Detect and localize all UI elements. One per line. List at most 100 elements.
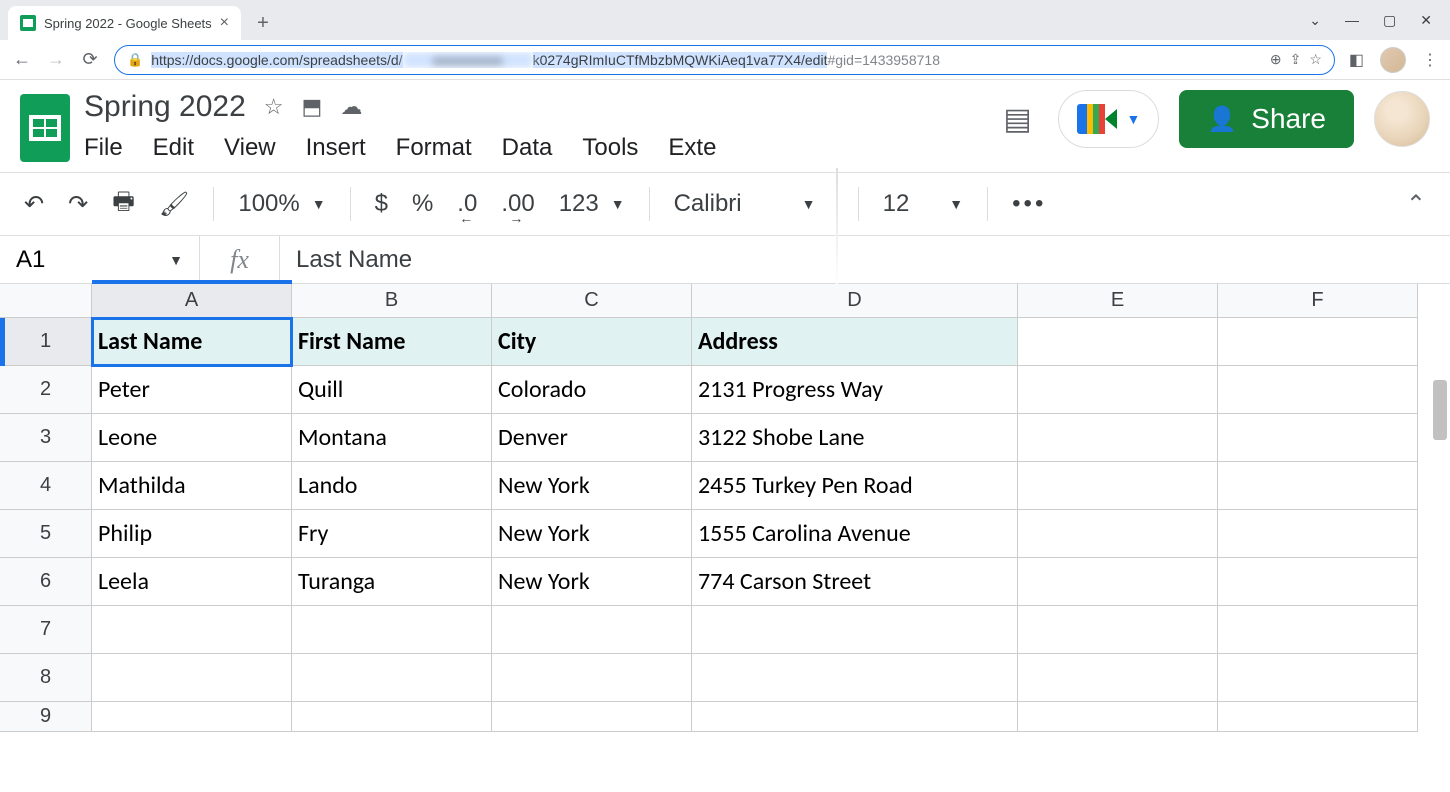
cell[interactable]: Mathilda (92, 462, 292, 510)
cell[interactable]: Leone (92, 414, 292, 462)
redo-button[interactable]: ↷ (68, 190, 88, 219)
menu-extensions[interactable]: Exte (668, 134, 716, 162)
undo-button[interactable]: ↶ (24, 190, 44, 219)
format-currency-button[interactable]: $ (375, 190, 388, 218)
print-button[interactable]: 🖶 (112, 184, 135, 225)
cell[interactable] (1018, 606, 1218, 654)
kebab-menu-icon[interactable]: ⋮ (1422, 50, 1438, 70)
cell[interactable]: Address (692, 318, 1018, 366)
row-header[interactable]: 6 (0, 558, 92, 606)
cell[interactable] (1218, 702, 1418, 732)
menu-data[interactable]: Data (502, 134, 553, 162)
cell[interactable]: 2131 Progress Way (692, 366, 1018, 414)
cell[interactable] (1218, 510, 1418, 558)
star-icon[interactable]: ☆ (264, 94, 284, 120)
cell[interactable]: New York (492, 558, 692, 606)
document-title[interactable]: Spring 2022 (84, 90, 246, 124)
column-header[interactable]: A (92, 284, 292, 318)
menu-view[interactable]: View (224, 134, 276, 162)
maximize-icon[interactable]: ▢ (1383, 12, 1396, 29)
cell[interactable]: New York (492, 462, 692, 510)
cell[interactable] (92, 606, 292, 654)
sheets-logo-icon[interactable] (20, 94, 70, 162)
lock-icon[interactable]: 🔒 (127, 52, 143, 68)
cell[interactable]: Peter (92, 366, 292, 414)
zoom-indicator-icon[interactable]: ⊕ (1270, 51, 1282, 68)
cell[interactable] (1018, 510, 1218, 558)
cell[interactable] (492, 654, 692, 702)
menu-file[interactable]: File (84, 134, 123, 162)
row-header[interactable]: 5 (0, 510, 92, 558)
cell[interactable] (1218, 414, 1418, 462)
column-header[interactable]: F (1218, 284, 1418, 318)
cell[interactable]: 2455 Turkey Pen Road (692, 462, 1018, 510)
cell[interactable]: First Name (292, 318, 492, 366)
row-header[interactable]: 1 (0, 318, 92, 366)
cell[interactable] (1218, 462, 1418, 510)
collapse-toolbar-icon[interactable]: ⌃ (1406, 190, 1426, 219)
cell[interactable]: Turanga (292, 558, 492, 606)
menu-format[interactable]: Format (396, 134, 472, 162)
row-header[interactable]: 7 (0, 606, 92, 654)
cell[interactable]: Philip (92, 510, 292, 558)
menu-edit[interactable]: Edit (153, 134, 194, 162)
minimize-icon[interactable]: — (1345, 12, 1359, 28)
row-header[interactable]: 2 (0, 366, 92, 414)
browser-tab[interactable]: Spring 2022 - Google Sheets × (8, 6, 241, 40)
new-tab-button[interactable]: + (249, 9, 277, 37)
back-button[interactable]: ← (12, 49, 32, 70)
chevron-down-icon[interactable]: ⌄ (1309, 12, 1321, 29)
profile-avatar-icon[interactable] (1380, 47, 1406, 73)
formula-input[interactable]: Last Name (280, 246, 1450, 274)
zoom-dropdown[interactable]: 100%▼ (238, 190, 325, 218)
tab-close-icon[interactable]: × (220, 14, 229, 32)
cell[interactable] (1018, 318, 1218, 366)
paint-format-button[interactable]: 🖌 (159, 190, 189, 219)
cell[interactable]: 774 Carson Street (692, 558, 1018, 606)
cell[interactable]: New York (492, 510, 692, 558)
cell[interactable] (1018, 414, 1218, 462)
cell[interactable] (1218, 654, 1418, 702)
cell[interactable]: Denver (492, 414, 692, 462)
comments-icon[interactable]: ▤ (998, 99, 1038, 139)
side-panel-icon[interactable]: ◧ (1349, 50, 1364, 70)
cell[interactable] (1218, 366, 1418, 414)
row-header[interactable]: 9 (0, 702, 92, 732)
cell[interactable] (1018, 462, 1218, 510)
cell[interactable] (492, 702, 692, 732)
cell[interactable] (92, 654, 292, 702)
cell[interactable]: 1555 Carolina Avenue (692, 510, 1018, 558)
meet-button[interactable]: ▼ (1058, 90, 1160, 148)
increase-decimal-button[interactable]: .00→ (501, 190, 534, 218)
cell[interactable] (1218, 606, 1418, 654)
cell[interactable] (1218, 318, 1418, 366)
cell[interactable]: City (492, 318, 692, 366)
more-formats-dropdown[interactable]: 123▼ (559, 190, 625, 218)
cell[interactable] (492, 606, 692, 654)
font-size-dropdown[interactable]: 12▼ (883, 190, 964, 218)
forward-button[interactable]: → (46, 49, 66, 70)
cloud-status-icon[interactable]: ☁ (340, 94, 362, 120)
vertical-scrollbar[interactable] (1433, 380, 1447, 440)
row-header[interactable]: 3 (0, 414, 92, 462)
column-header[interactable]: E (1018, 284, 1218, 318)
cell[interactable]: Montana (292, 414, 492, 462)
address-bar[interactable]: 🔒 https://docs.google.com/spreadsheets/d… (114, 45, 1335, 75)
cell[interactable] (1018, 366, 1218, 414)
row-header[interactable]: 4 (0, 462, 92, 510)
row-header[interactable]: 8 (0, 654, 92, 702)
cell[interactable] (92, 702, 292, 732)
name-box[interactable]: A1 ▼ (0, 236, 200, 283)
reload-button[interactable]: ⟳ (80, 49, 100, 70)
menu-tools[interactable]: Tools (582, 134, 638, 162)
font-dropdown[interactable]: Calibri▼ (674, 190, 834, 218)
cell[interactable] (292, 702, 492, 732)
decrease-decimal-button[interactable]: .0← (457, 190, 477, 218)
cell[interactable] (692, 606, 1018, 654)
account-avatar[interactable] (1374, 91, 1430, 147)
cell[interactable] (292, 654, 492, 702)
cell[interactable]: Fry (292, 510, 492, 558)
cell[interactable] (692, 702, 1018, 732)
cell[interactable] (1218, 558, 1418, 606)
cell[interactable]: Colorado (492, 366, 692, 414)
